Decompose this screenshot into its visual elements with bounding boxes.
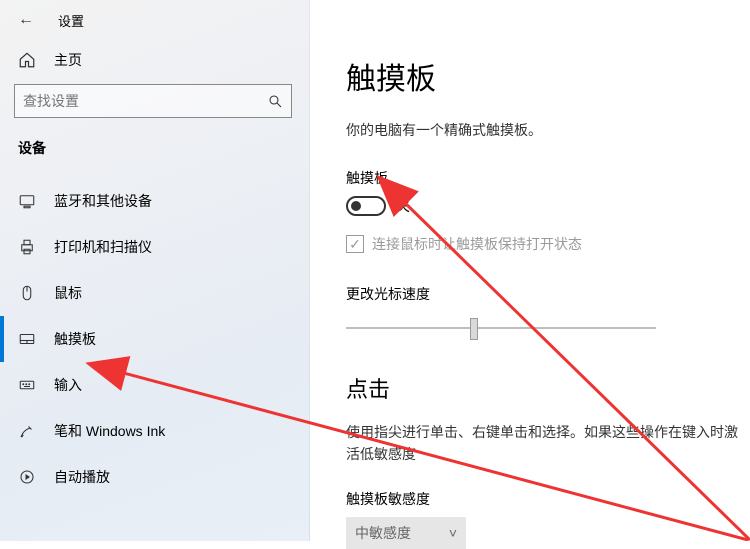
slider-track: [346, 327, 656, 329]
back-icon[interactable]: ←: [18, 11, 34, 29]
section-title: 设备: [0, 134, 309, 168]
sensitivity-value: 中敏感度: [355, 523, 411, 543]
nav-label: 输入: [54, 375, 82, 395]
nav-typing[interactable]: 输入: [0, 362, 309, 408]
settings-main: 触摸板 你的电脑有一个精确式触摸板。 触摸板 关 ✓ 连接鼠标时让触摸板保持打开…: [310, 0, 750, 541]
nav-bluetooth[interactable]: 蓝牙和其他设备: [0, 178, 309, 224]
nav-label: 笔和 Windows Ink: [54, 421, 165, 441]
sensitivity-label: 触摸板敏感度: [346, 489, 750, 509]
nav-autoplay[interactable]: 自动播放: [0, 454, 309, 500]
home-nav[interactable]: 主页: [0, 40, 309, 84]
touchpad-toggle-state: 关: [396, 196, 410, 216]
home-icon: [18, 51, 36, 69]
tap-heading: 点击: [346, 372, 750, 404]
home-label: 主页: [54, 50, 82, 70]
touchpad-toggle[interactable]: [346, 196, 386, 216]
nav-pen[interactable]: 笔和 Windows Ink: [0, 408, 309, 454]
nav-printers[interactable]: 打印机和扫描仪: [0, 224, 309, 270]
tap-description: 使用指尖进行单击、右键单击和选择。如果这些操作在键入时激活低敏感度: [346, 422, 750, 465]
touchpad-toggle-label: 触摸板: [346, 168, 750, 188]
sensitivity-dropdown[interactable]: 中敏感度 ˅: [346, 517, 466, 549]
autoplay-icon: [18, 468, 36, 486]
keyboard-icon: [18, 376, 36, 394]
nav-label: 蓝牙和其他设备: [54, 191, 152, 211]
device-nav: 蓝牙和其他设备 打印机和扫描仪 鼠标 触摸板: [0, 178, 309, 500]
nav-mouse[interactable]: 鼠标: [0, 270, 309, 316]
nav-label: 自动播放: [54, 467, 110, 487]
pen-icon: [18, 422, 36, 440]
settings-sidebar: ← 设置 主页 设备 蓝牙和其他设备: [0, 0, 310, 541]
bluetooth-icon: [18, 192, 36, 210]
nav-touchpad[interactable]: 触摸板: [0, 316, 309, 362]
cursor-speed-label: 更改光标速度: [346, 284, 750, 304]
page-description: 你的电脑有一个精确式触摸板。: [346, 120, 750, 140]
page-heading: 触摸板: [346, 54, 750, 98]
keep-on-mouse-checkbox[interactable]: ✓: [346, 235, 364, 253]
keep-on-mouse-label: 连接鼠标时让触摸板保持打开状态: [372, 234, 582, 254]
printer-icon: [18, 238, 36, 256]
cursor-speed-slider[interactable]: [346, 314, 656, 342]
slider-thumb[interactable]: [470, 318, 478, 340]
app-title: 设置: [58, 11, 84, 30]
nav-label: 打印机和扫描仪: [54, 237, 152, 257]
search-box[interactable]: [14, 84, 292, 118]
touchpad-icon: [18, 330, 36, 348]
search-input[interactable]: [23, 93, 267, 109]
chevron-down-icon: ˅: [449, 525, 457, 541]
nav-label: 鼠标: [54, 283, 82, 303]
mouse-icon: [18, 284, 36, 302]
nav-label: 触摸板: [54, 329, 96, 349]
search-icon: [267, 93, 283, 109]
